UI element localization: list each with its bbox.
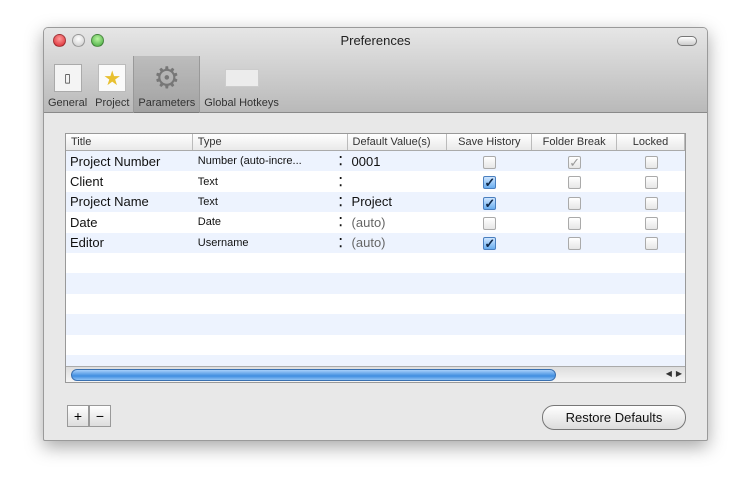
cell-type[interactable]: Text ⁚ xyxy=(193,195,348,209)
cell-title[interactable]: Editor xyxy=(66,235,193,250)
toolbar-area: Preferences ▯ General ★ Project ⚙ Parameter… xyxy=(44,28,707,113)
type-popup-arrows-icon[interactable]: ⁚ xyxy=(339,195,343,209)
column-header-locked[interactable]: Locked xyxy=(617,134,685,150)
type-popup-arrows-icon[interactable]: ⁚ xyxy=(339,215,343,229)
cell-type[interactable]: Date ⁚ xyxy=(193,215,348,229)
column-header-default[interactable]: Default Value(s) xyxy=(348,134,448,150)
empty-row xyxy=(66,273,685,294)
cell-default-value[interactable]: (auto) xyxy=(348,215,448,230)
type-value: Username xyxy=(197,236,249,249)
cell-title[interactable]: Project Name xyxy=(66,194,193,209)
type-popup-arrows-icon[interactable]: ⁚ xyxy=(339,236,343,250)
gear-icon: ⚙ xyxy=(153,61,181,95)
parameters-table: Title Type Default Value(s) Save History… xyxy=(65,133,686,383)
locked-checkbox[interactable] xyxy=(644,155,658,169)
tab-general[interactable]: ▯ General xyxy=(44,56,91,113)
locked-checkbox[interactable] xyxy=(644,237,658,251)
column-header-folder-break[interactable]: Folder Break xyxy=(532,134,618,150)
table-row[interactable]: Editor Username ⁚ (auto) ✓ xyxy=(66,232,685,253)
toolbar-toggle-button[interactable] xyxy=(677,36,697,46)
folder-break-checkbox[interactable] xyxy=(568,176,582,190)
type-value: Number (auto-incre... xyxy=(197,155,302,168)
cell-type[interactable]: Username ⁚ xyxy=(193,236,348,250)
locked-checkbox[interactable] xyxy=(644,196,658,210)
empty-row xyxy=(66,294,685,314)
star-document-icon: ★ xyxy=(98,64,127,92)
tab-label: Parameters xyxy=(138,97,196,109)
folder-break-checkbox[interactable] xyxy=(568,196,582,210)
switch-icon: ▯ xyxy=(53,64,82,92)
scroll-right-arrow[interactable]: ▶ xyxy=(676,369,682,378)
remove-button[interactable]: − xyxy=(89,405,111,427)
save-history-checkbox[interactable] xyxy=(483,155,497,169)
folder-break-checkbox[interactable] xyxy=(568,237,582,251)
locked-checkbox[interactable] xyxy=(644,216,658,230)
table-row[interactable]: Project Number Number (auto-incre... ⁚ 00… xyxy=(66,151,685,172)
type-popup-arrows-icon[interactable]: ⁚ xyxy=(339,154,343,168)
tab-label: Global Hotkeys xyxy=(204,97,279,109)
add-button[interactable]: + xyxy=(67,405,89,427)
save-history-checkbox[interactable]: ✓ xyxy=(483,237,497,251)
cell-default-value[interactable]: Project xyxy=(348,194,448,209)
tab-label: Project xyxy=(95,97,130,109)
cell-title[interactable]: Project Number xyxy=(66,154,193,169)
folder-break-checkbox[interactable] xyxy=(568,216,582,230)
restore-defaults-button[interactable]: Restore Defaults xyxy=(542,405,686,430)
type-value: Text xyxy=(197,195,218,208)
tab-parameters[interactable]: ⚙ Parameters xyxy=(133,56,201,113)
save-history-checkbox[interactable]: ✓ xyxy=(483,176,497,190)
cell-type[interactable]: Number (auto-incre... ⁚ xyxy=(193,154,348,168)
table-row[interactable]: Project Name Text ⁚ Project ✓ xyxy=(66,191,685,213)
folder-break-checkbox[interactable]: ✓ xyxy=(568,155,582,169)
save-history-checkbox[interactable] xyxy=(483,216,497,230)
empty-row xyxy=(66,253,685,273)
empty-row xyxy=(66,335,685,355)
scroll-left-arrow[interactable]: ◀ xyxy=(666,369,672,378)
column-header-title[interactable]: Title xyxy=(66,134,193,150)
type-value: Text xyxy=(197,175,218,188)
window-title: Preferences xyxy=(340,33,411,48)
table-row[interactable]: Client Text ⁚ ✓ xyxy=(66,171,685,191)
horizontal-scrollbar[interactable]: ◀ ▶ xyxy=(66,366,685,382)
type-popup-arrows-icon[interactable]: ⁚ xyxy=(339,175,343,189)
column-header-type[interactable]: Type xyxy=(193,134,348,150)
cell-title[interactable]: Client xyxy=(66,174,193,189)
tab-label: General xyxy=(48,97,88,109)
keyboard-icon xyxy=(224,69,259,87)
locked-checkbox[interactable] xyxy=(644,176,658,190)
table-row[interactable]: Date Date ⁚ (auto) xyxy=(66,212,685,232)
save-history-checkbox[interactable]: ✓ xyxy=(483,196,497,210)
cell-title[interactable]: Date xyxy=(66,215,193,230)
type-value: Date xyxy=(197,216,222,229)
preferences-window: Preferences ▯ General ★ Project ⚙ Parameter… xyxy=(43,27,708,441)
scrollbar-thumb[interactable] xyxy=(71,369,556,381)
cell-default-value[interactable]: 0001 xyxy=(348,154,448,169)
cell-default-value[interactable]: (auto) xyxy=(348,235,448,250)
tab-project[interactable]: ★ Project xyxy=(91,56,133,113)
tab-global-hotkeys[interactable]: Global Hotkeys xyxy=(200,56,283,113)
empty-row xyxy=(66,314,685,335)
table-header: Title Type Default Value(s) Save History… xyxy=(66,134,685,151)
cell-type[interactable]: Text ⁚ xyxy=(193,175,348,189)
column-header-save-history[interactable]: Save History xyxy=(447,134,533,150)
